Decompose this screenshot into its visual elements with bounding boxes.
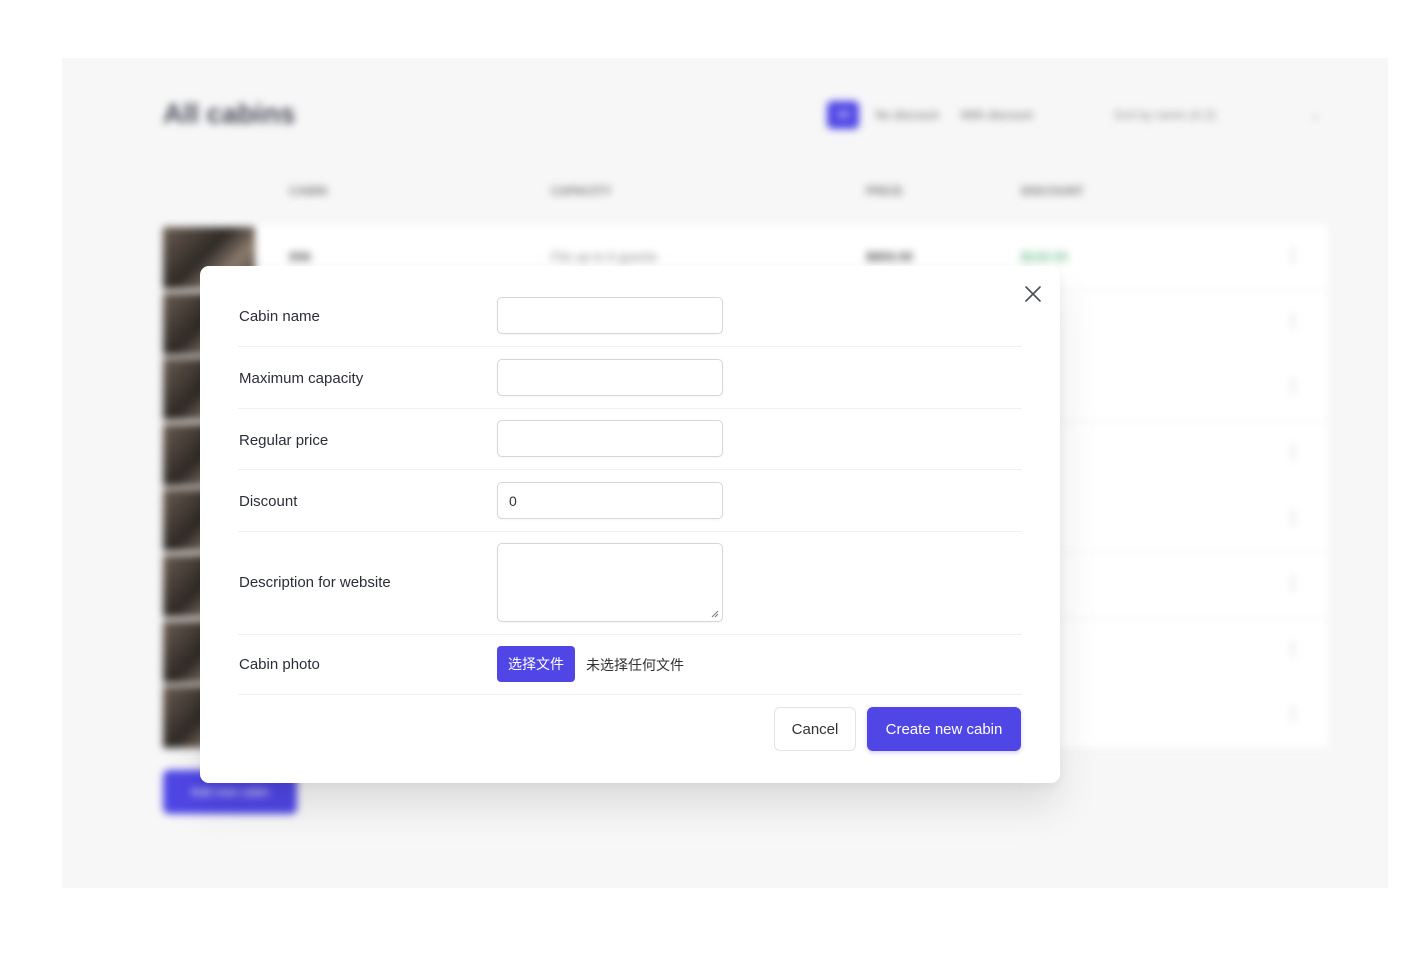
cabin-discount: $100.00 [1021, 249, 1068, 264]
cabin-name-label: Cabin name [239, 308, 320, 325]
more-icon[interactable]: ⋮ [1284, 507, 1302, 528]
header-capacity: CAPACITY [551, 184, 612, 198]
header-cabin: CABIN [289, 184, 327, 198]
cabin-name: 006 [289, 249, 311, 264]
more-icon[interactable]: ⋮ [1284, 245, 1302, 266]
more-icon[interactable]: ⋮ [1284, 376, 1302, 397]
form-row-photo: Cabin photo 选择文件 未选择任何文件 [238, 634, 1022, 695]
form-row-description: Description for website [238, 531, 1022, 635]
form-row-name: Cabin name [238, 284, 1022, 347]
form-row-price: Regular price [238, 408, 1022, 470]
more-icon[interactable]: ⋮ [1284, 442, 1302, 463]
more-icon[interactable]: ⋮ [1284, 704, 1302, 725]
discount-label: Discount [239, 493, 298, 510]
regular-price-label: Regular price [239, 432, 329, 449]
filter-with-discount[interactable]: With discount [955, 108, 1039, 122]
sort-select[interactable]: Sort by name (A-Z) ⌄ [1102, 98, 1332, 132]
header-discount: DISCOUNT [1021, 184, 1084, 198]
more-icon[interactable]: ⋮ [1284, 311, 1302, 332]
cabin-price: $800.00 [866, 249, 913, 264]
chevron-down-icon: ⌄ [1309, 108, 1320, 122]
create-cabin-button[interactable]: Create new cabin [867, 707, 1021, 751]
filter-no-discount[interactable]: No discount [869, 108, 944, 122]
cabin-capacity: Fits up to 6 guests [551, 249, 658, 264]
resize-grip-icon[interactable] [711, 610, 719, 618]
filter-all[interactable]: All [827, 101, 860, 129]
discount-input[interactable]: 0 [497, 482, 723, 519]
more-icon[interactable]: ⋮ [1284, 639, 1302, 660]
sort-select-value: Sort by name (A-Z) [1114, 108, 1217, 122]
header-price: PRICE [866, 184, 903, 198]
cabin-photo-label: Cabin photo [239, 656, 320, 673]
cancel-button[interactable]: Cancel [774, 707, 856, 751]
more-icon[interactable]: ⋮ [1284, 573, 1302, 594]
choose-file-button[interactable]: 选择文件 [497, 646, 575, 682]
form-row-discount: Discount 0 [238, 469, 1022, 532]
page-title: All cabins [163, 98, 296, 129]
description-label: Description for website [239, 574, 391, 591]
cabin-name-input[interactable] [497, 297, 723, 334]
form-row-capacity: Maximum capacity [238, 346, 1022, 409]
regular-price-input[interactable] [497, 420, 723, 457]
max-capacity-input[interactable] [497, 359, 723, 396]
close-button[interactable] [1022, 283, 1044, 305]
discount-filter[interactable]: All No discount With discount [827, 98, 1077, 132]
close-icon [1025, 286, 1041, 302]
table-header: CABIN CAPACITY PRICE DISCOUNT [163, 184, 1328, 204]
max-capacity-label: Maximum capacity [239, 370, 364, 387]
file-status-text: 未选择任何文件 [586, 657, 684, 673]
create-cabin-modal: Cabin name Maximum capacity Regular pric… [200, 266, 1060, 783]
description-textarea[interactable] [497, 543, 723, 622]
